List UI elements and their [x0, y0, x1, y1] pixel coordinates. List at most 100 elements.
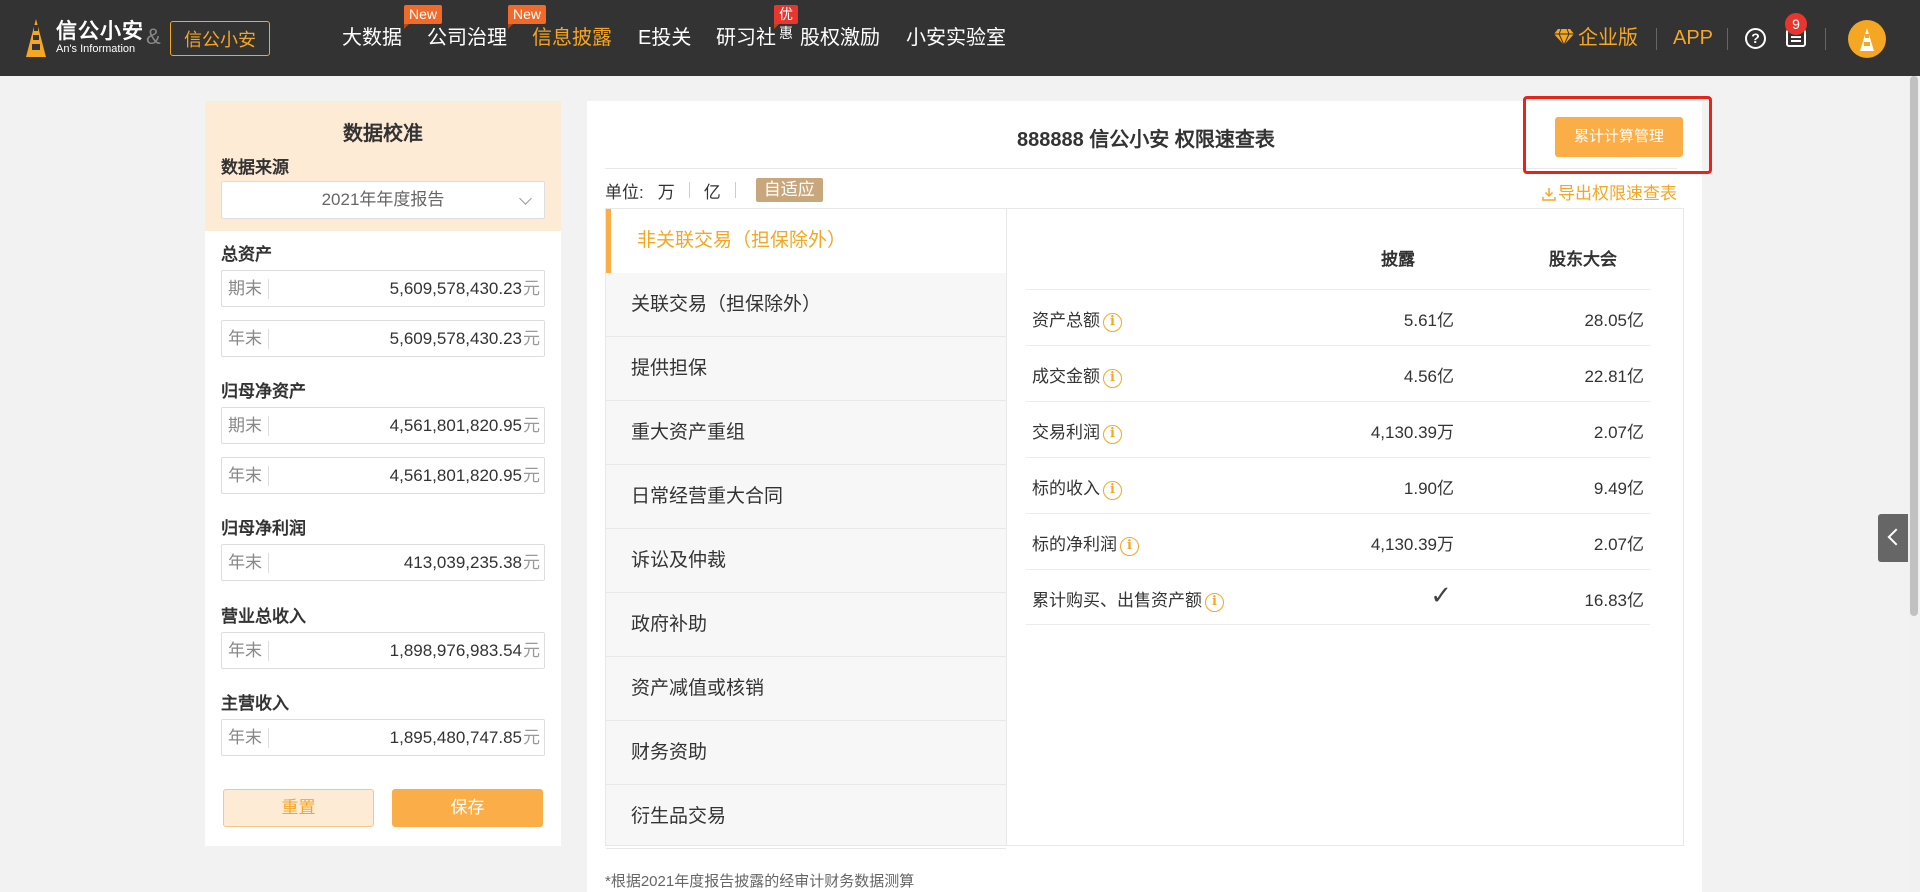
download-icon [1542, 186, 1556, 201]
save-button[interactable]: 保存 [392, 789, 543, 827]
nav-item-e-investor-relations[interactable]: E投关 [638, 24, 691, 52]
row-label: 标的收入 i [1032, 474, 1122, 500]
row-label: 成交金额 i [1032, 362, 1122, 388]
tab-major-contracts[interactable]: 日常经营重大合同 [606, 465, 1006, 529]
divider [1825, 28, 1826, 50]
avatar[interactable] [1848, 20, 1886, 58]
tab-non-related-transaction[interactable]: 非关联交易（担保除外） [606, 209, 1006, 273]
net-assets-period-end-field[interactable]: 期末 4,561,801,820.95 元 [221, 407, 545, 444]
field-unit: 元 [523, 416, 540, 435]
unit-option-wan[interactable]: 万 [658, 178, 675, 203]
total-revenue-year-end-field[interactable]: 年末 1,898,976,983.54 元 [221, 632, 545, 669]
table-row: 交易利润 i 4,130.39万 2.07亿 [1026, 401, 1650, 457]
tab-guarantee[interactable]: 提供担保 [606, 337, 1006, 401]
column-header-disclosure: 披露 [1381, 250, 1415, 269]
unit-switcher: 单位: 万 亿 自适应 [605, 177, 823, 203]
info-icon[interactable]: i [1205, 593, 1224, 612]
nav-item-disclosure[interactable]: 信息披露 [532, 24, 612, 52]
field-value: 5,609,578,430.23 [389, 329, 522, 348]
shareholders-value: 2.07亿 [1593, 423, 1644, 442]
nav-item-equity-incentive[interactable]: 股权激励 [800, 24, 880, 52]
nav-item-big-data[interactable]: 大数据 [342, 24, 402, 52]
field-unit: 元 [523, 641, 540, 660]
field-prefix: 年末 [228, 641, 269, 661]
unit-option-yi[interactable]: 亿 [704, 178, 721, 203]
nav-item-governance[interactable]: 公司治理 [427, 24, 507, 52]
collapse-sidebar-icon[interactable] [1878, 514, 1910, 562]
export-link[interactable]: 导出权限速查表 [1542, 179, 1677, 204]
logo-text-en: An's Information [56, 42, 136, 55]
disclosure-value: 1.90亿 [1403, 479, 1454, 498]
group-label-main-revenue: 主营收入 [221, 694, 289, 713]
field-unit: 元 [523, 466, 540, 485]
group-label-net-assets: 归母净资产 [221, 382, 306, 401]
table-row: 累计购买、出售资产额 i ✓ 16.83亿 [1026, 569, 1650, 625]
info-icon[interactable]: i [1120, 537, 1139, 556]
scrollbar-thumb[interactable] [1910, 76, 1918, 616]
net-profit-year-end-field[interactable]: 年末 413,039,235.38 元 [221, 544, 545, 581]
scrollbar[interactable] [1908, 76, 1920, 892]
permission-lookup-panel: 888888 信公小安 权限速查表 累计计算管理 单位: 万 亿 自适应 导出权… [587, 101, 1702, 892]
top-navigation-bar: 信公小安 An's Information & 信公小安 大数据 公司治理 Ne… [0, 0, 1920, 76]
data-calibration-panel: 数据校准 数据来源 2021年年度报告 总资产 期末 5,609,578,430… [205, 101, 561, 846]
info-icon[interactable]: i [1103, 425, 1122, 444]
main-revenue-year-end-field[interactable]: 年末 1,895,480,747.85 元 [221, 719, 545, 756]
tab-financial-aid[interactable]: 财务资助 [606, 721, 1006, 785]
unit-label: 单位: [605, 182, 644, 202]
field-value: 1,898,976,983.54 [389, 641, 522, 660]
new-tag: New [404, 5, 443, 29]
unit-option-adaptive[interactable]: 自适应 [755, 178, 823, 202]
field-unit: 元 [523, 728, 540, 747]
shareholders-value: 22.81亿 [1584, 367, 1644, 386]
divider [734, 182, 736, 198]
shareholders-value: 28.05亿 [1584, 311, 1644, 330]
field-value: 4,561,801,820.95 [389, 416, 522, 435]
disclosure-value: 5.61亿 [1403, 311, 1454, 330]
field-value: 1,895,480,747.85 [389, 728, 522, 747]
table-row: 成交金额 i 4.56亿 22.81亿 [1026, 345, 1650, 401]
logo[interactable]: 信公小安 An's Information [24, 18, 144, 58]
app-link[interactable]: APP [1673, 24, 1713, 52]
enterprise-link[interactable]: 企业版 [1554, 24, 1638, 54]
tab-litigation[interactable]: 诉讼及仲裁 [606, 529, 1006, 593]
tab-government-subsidy[interactable]: 政府补助 [606, 593, 1006, 657]
disclosure-checkmark-icon: ✓ [1430, 580, 1452, 610]
panel-title: 数据校准 [343, 123, 423, 145]
brand-button[interactable]: 信公小安 [170, 21, 270, 56]
table-row: 资产总额 i 5.61亿 28.05亿 [1026, 289, 1650, 345]
field-unit: 元 [523, 279, 540, 298]
info-icon[interactable]: i [1103, 313, 1122, 332]
column-header-shareholders-meeting: 股东大会 [1549, 250, 1617, 269]
field-value: 4,561,801,820.95 [389, 466, 522, 485]
logo-text-cn: 信公小安 [56, 19, 144, 43]
field-prefix: 年末 [228, 466, 269, 486]
group-label-total-assets: 总资产 [221, 245, 272, 264]
shareholders-value: 2.07亿 [1593, 535, 1644, 554]
total-assets-year-end-field[interactable]: 年末 5,609,578,430.23 元 [221, 320, 545, 357]
tab-related-transaction[interactable]: 关联交易（担保除外） [606, 273, 1006, 337]
info-icon[interactable]: i [1103, 481, 1122, 500]
help-icon[interactable]: ? [1745, 28, 1766, 49]
group-label-net-profit: 归母净利润 [221, 519, 306, 538]
rules-table-area: 非关联交易（担保除外） 关联交易（担保除外） 提供担保 重大资产重组 日常经营重… [605, 208, 1684, 849]
export-label: 导出权限速查表 [1558, 184, 1677, 203]
disclosure-value: 4.56亿 [1403, 367, 1454, 386]
reset-button[interactable]: 重置 [223, 789, 374, 827]
tab-asset-impairment[interactable]: 资产减值或核销 [606, 657, 1006, 721]
info-icon[interactable]: i [1103, 369, 1122, 388]
panel-header: 数据校准 数据来源 2021年年度报告 [205, 101, 561, 231]
row-label: 标的净利润 i [1032, 530, 1139, 556]
field-prefix: 年末 [228, 553, 269, 573]
field-prefix: 期末 [228, 279, 269, 299]
disclosure-value: 4,130.39万 [1370, 423, 1454, 442]
net-assets-year-end-field[interactable]: 年末 4,561,801,820.95 元 [221, 457, 545, 494]
tab-derivatives[interactable]: 衍生品交易 [606, 785, 1006, 849]
page-title: 888888 信公小安 权限速查表 [1017, 129, 1275, 151]
row-label: 交易利润 i [1032, 418, 1122, 444]
tab-major-restructuring[interactable]: 重大资产重组 [606, 401, 1006, 465]
diamond-icon [1554, 26, 1574, 54]
total-assets-period-end-field[interactable]: 期末 5,609,578,430.23 元 [221, 270, 545, 307]
nav-item-academy[interactable]: 研习社 [716, 24, 776, 52]
nav-item-lab[interactable]: 小安实验室 [906, 24, 1006, 52]
data-source-select[interactable]: 2021年年度报告 [221, 181, 545, 219]
